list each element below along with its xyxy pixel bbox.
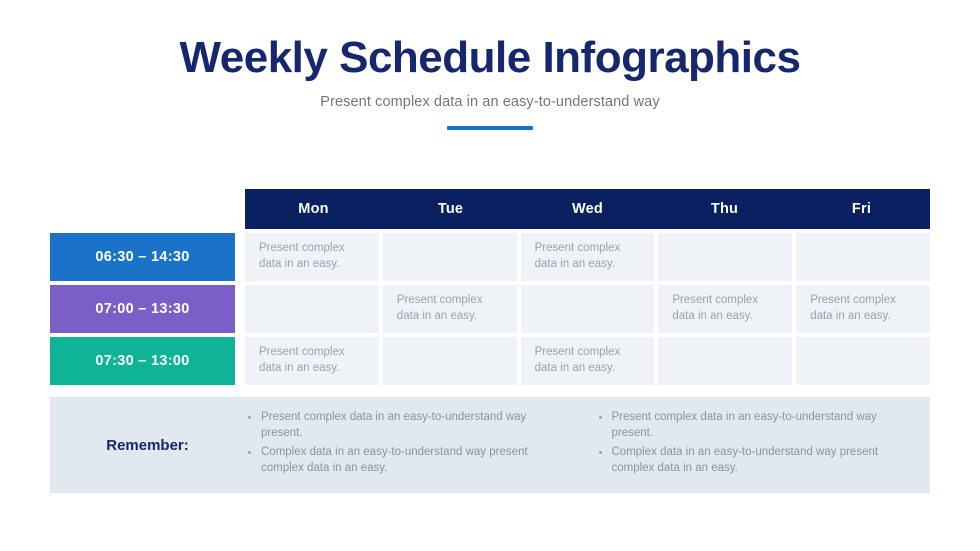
schedule-row: 06:30 – 14:30 Present complex data in an…	[50, 233, 930, 281]
list-item: Complex data in an easy-to-understand wa…	[596, 445, 917, 477]
schedule-cell-wed[interactable]: Present complex data in an easy.	[520, 337, 655, 385]
schedule-cell-mon[interactable]	[245, 285, 379, 333]
schedule-cell-text: Present complex data in an easy.	[396, 294, 483, 322]
schedule-cell-tue[interactable]	[382, 337, 517, 385]
time-badge-cell: 06:30 – 14:30	[50, 233, 235, 281]
remember-column-right: Present complex data in an easy-to-under…	[596, 410, 917, 479]
time-badge-cell: 07:00 – 13:30	[50, 285, 235, 333]
schedule-cell-text: Present complex data in an easy.	[259, 346, 345, 374]
time-badge-cell: 07:30 – 13:00	[50, 337, 235, 385]
list-item: Present complex data in an easy-to-under…	[245, 410, 566, 442]
schedule-cell-mon[interactable]: Present complex data in an easy.	[245, 337, 379, 385]
schedule-cell-text: Present complex data in an easy.	[259, 242, 345, 270]
schedule-cell-text: Present complex data in an easy.	[534, 242, 621, 270]
day-header-mon: Mon	[298, 201, 329, 217]
day-header-thu: Thu	[710, 201, 739, 217]
schedule-cell-mon[interactable]: Present complex data in an easy.	[245, 233, 379, 281]
schedule-cell-thu[interactable]	[658, 233, 793, 281]
day-header-tue: Tue	[437, 201, 464, 217]
accent-divider	[447, 125, 533, 130]
bullet-list: Present complex data in an easy-to-under…	[596, 410, 917, 476]
bullet-list: Present complex data in an easy-to-under…	[245, 410, 566, 476]
schedule-cell-text: Present complex data in an easy.	[672, 294, 759, 322]
remember-column-left: Present complex data in an easy-to-under…	[245, 410, 566, 479]
header-time-spacer	[50, 189, 235, 229]
schedule-row-cells: Present complex data in an easy. Present…	[245, 337, 930, 385]
remember-label: Remember:	[106, 436, 189, 454]
schedule-row: 07:00 – 13:30 Present complex data in an…	[50, 285, 930, 333]
schedule-header-row: Mon Tue Wed Thu Fri	[50, 189, 930, 229]
remember-columns: Present complex data in an easy-to-under…	[245, 410, 930, 479]
schedule-cell-wed[interactable]	[520, 285, 655, 333]
schedule-cell-wed[interactable]: Present complex data in an easy.	[520, 233, 655, 281]
page-title: Weekly Schedule Infographics	[179, 33, 801, 82]
remember-band: Remember: Present complex data in an eas…	[50, 397, 930, 493]
schedule-cell-tue[interactable]	[382, 233, 517, 281]
schedule-table: Mon Tue Wed Thu Fri 06:30 – 14:30 Presen…	[50, 189, 930, 389]
schedule-cell-fri[interactable]	[796, 337, 930, 385]
day-header-strip: Mon Tue Wed Thu Fri	[245, 189, 930, 229]
time-badge[interactable]: 07:00 – 13:30	[50, 285, 235, 333]
schedule-row: 07:30 – 13:00 Present complex data in an…	[50, 337, 930, 385]
schedule-cell-text: Present complex data in an easy.	[810, 294, 896, 322]
schedule-cell-text: Present complex data in an easy.	[534, 346, 621, 374]
schedule-row-cells: Present complex data in an easy. Present…	[245, 233, 930, 281]
schedule-cell-tue[interactable]: Present complex data in an easy.	[382, 285, 517, 333]
day-header-wed: Wed	[572, 201, 603, 217]
slide-header: Weekly Schedule Infographics Present com…	[0, 0, 980, 130]
time-badge[interactable]: 06:30 – 14:30	[50, 233, 235, 281]
page-subtitle: Present complex data in an easy-to-under…	[320, 93, 660, 110]
list-item: Present complex data in an easy-to-under…	[596, 410, 917, 442]
schedule-cell-thu[interactable]	[658, 337, 793, 385]
schedule-cell-fri[interactable]: Present complex data in an easy.	[796, 285, 930, 333]
schedule-cell-thu[interactable]: Present complex data in an easy.	[658, 285, 793, 333]
time-badge[interactable]: 07:30 – 13:00	[50, 337, 235, 385]
list-item: Complex data in an easy-to-understand wa…	[245, 445, 566, 477]
day-header-fri: Fri	[851, 201, 872, 217]
schedule-row-cells: Present complex data in an easy. Present…	[245, 285, 930, 333]
schedule-cell-fri[interactable]	[796, 233, 930, 281]
